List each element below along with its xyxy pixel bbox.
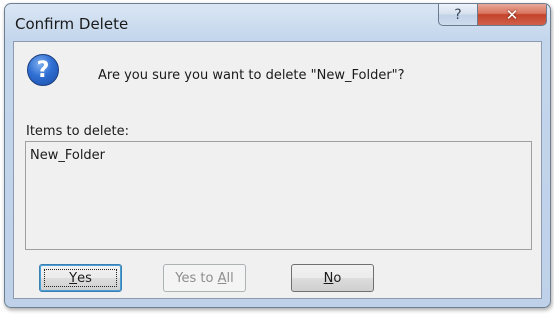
confirm-delete-window: Confirm Delete ? ✕ ? Are you sure you wa… bbox=[4, 3, 551, 308]
items-to-delete-label: Items to delete: bbox=[26, 124, 130, 139]
list-item[interactable]: New_Folder bbox=[30, 148, 105, 163]
no-button[interactable]: No bbox=[291, 264, 374, 292]
yes-to-all-label-start: Yes to bbox=[175, 270, 218, 286]
title-bar[interactable]: Confirm Delete ? ✕ bbox=[5, 4, 550, 42]
yes-to-all-accel-key: A bbox=[217, 270, 227, 286]
focus-rectangle bbox=[44, 269, 117, 287]
close-button[interactable]: ✕ bbox=[477, 4, 547, 26]
question-icon: ? bbox=[27, 54, 59, 86]
yes-to-all-button[interactable]: Yes to All bbox=[163, 264, 246, 292]
help-button[interactable]: ? bbox=[438, 4, 478, 26]
yes-to-all-label-end: ll bbox=[226, 270, 234, 286]
help-icon: ? bbox=[454, 6, 462, 23]
window-title: Confirm Delete bbox=[15, 15, 129, 33]
no-label: o bbox=[333, 270, 342, 286]
confirm-message: Are you sure you want to delete "New_Fol… bbox=[98, 68, 405, 83]
dialog-body: ? Are you sure you want to delete "New_F… bbox=[13, 41, 542, 299]
yes-button[interactable]: Yes bbox=[39, 264, 122, 292]
items-list[interactable]: New_Folder bbox=[25, 141, 532, 250]
no-accel-key: N bbox=[323, 270, 334, 286]
close-icon: ✕ bbox=[505, 5, 519, 24]
